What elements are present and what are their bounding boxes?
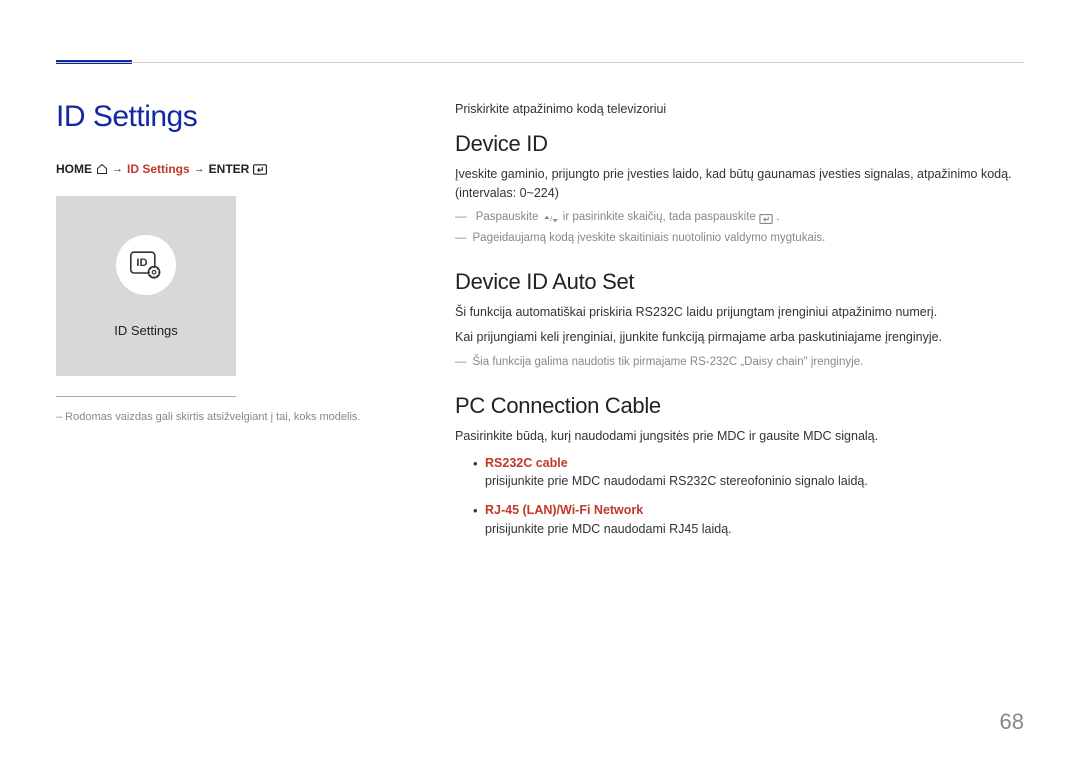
list-item: RJ-45 (LAN)/Wi-Fi Network prisijunkite p…: [455, 501, 1025, 539]
model-footnote: – Rodomas vaizdas gali skirtis atsižvelg…: [56, 411, 366, 423]
arrow-icon: →: [194, 163, 205, 175]
enter-icon: [759, 212, 773, 222]
left-divider: [56, 396, 236, 397]
auto-set-note1: Šia funkcija galima naudotis tik pirmaja…: [455, 353, 1025, 371]
pc-cable-list: RS232C cable prisijunkite prie MDC naudo…: [455, 454, 1025, 539]
list-item: RS232C cable prisijunkite prie MDC naudo…: [455, 454, 1025, 492]
page-title: ID Settings: [56, 100, 366, 134]
auto-set-p2: Kai prijungiami keli įrenginiai, įjunkit…: [455, 328, 1025, 347]
breadcrumb: HOME → ID Settings → ENTER: [56, 162, 366, 176]
bullet-desc: prisijunkite prie MDC naudodami RJ45 lai…: [485, 522, 732, 536]
breadcrumb-home: HOME: [56, 162, 92, 176]
bullet-desc: prisijunkite prie MDC naudodami RS232C s…: [485, 474, 868, 488]
device-id-note1: Paspauskite / ir pasirinkite skaičių, ta…: [455, 208, 1025, 226]
auto-set-p1: Ši funkcija automatiškai priskiria RS232…: [455, 303, 1025, 322]
bullet-title-rs232c: RS232C cable: [485, 454, 1025, 473]
up-down-icon: /: [542, 212, 560, 222]
screen-preview: ID ID Settings: [56, 196, 236, 376]
pc-cable-heading: PC Connection Cable: [455, 393, 1025, 419]
enter-icon: [253, 164, 267, 175]
device-id-p1: Įveskite gaminio, prijungto prie įvestie…: [455, 165, 1025, 203]
intro-text: Priskirkite atpažinimo kodą televizoriui: [455, 100, 1025, 119]
preview-label: ID Settings: [114, 323, 178, 338]
device-id-note2: Pageidaujamą kodą įveskite skaitiniais n…: [455, 229, 1025, 247]
id-settings-icon: ID: [130, 251, 162, 279]
breadcrumb-id-settings: ID Settings: [127, 162, 190, 176]
auto-set-heading: Device ID Auto Set: [455, 269, 1025, 295]
bullet-title-rj45: RJ-45 (LAN)/Wi-Fi Network: [485, 501, 1025, 520]
top-divider: [56, 62, 1024, 63]
preview-icon-circle: ID: [116, 235, 176, 295]
svg-text:ID: ID: [136, 256, 147, 268]
arrow-icon: →: [112, 163, 123, 175]
pc-cable-p1: Pasirinkite būdą, kurį naudodami jungsit…: [455, 427, 1025, 446]
page-number: 68: [1000, 709, 1024, 735]
home-icon: [96, 163, 108, 175]
device-id-heading: Device ID: [455, 131, 1025, 157]
breadcrumb-enter: ENTER: [209, 162, 250, 176]
